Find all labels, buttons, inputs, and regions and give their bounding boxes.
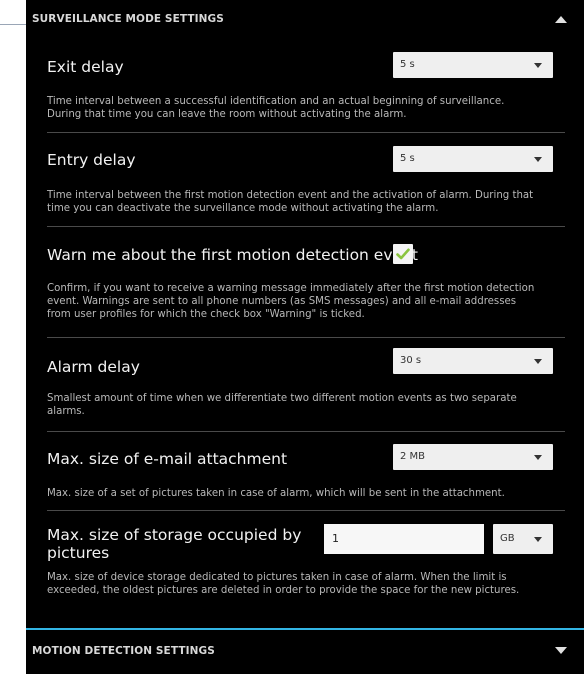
alarm-delay-dropdown[interactable]: 30 s xyxy=(393,348,553,374)
entry-delay-desc-line: time you can deactivate the surveillance… xyxy=(47,203,439,214)
caret-down-icon xyxy=(534,455,542,460)
alarm-delay-title: Alarm delay xyxy=(47,358,140,376)
left-border xyxy=(0,0,26,25)
caret-down-icon xyxy=(534,359,542,364)
surveillance-section-header[interactable]: SURVEILLANCE MODE SETTINGS xyxy=(26,0,584,40)
exit-delay-desc-line: During that time you can leave the room … xyxy=(47,109,407,120)
storage-desc-line: Max. size of device storage dedicated to… xyxy=(47,572,507,583)
divider xyxy=(47,510,565,511)
storage-unit-dropdown[interactable]: GB xyxy=(493,524,553,554)
warn-first-event-title: Warn me about the first motion detection… xyxy=(47,246,418,264)
exit-delay-description: Time interval between a successful ident… xyxy=(47,95,559,121)
email-attachment-description: Max. size of a set of pictures taken in … xyxy=(47,487,559,500)
entry-delay-desc-line: Time interval between the first motion d… xyxy=(47,190,534,201)
checkmark-icon xyxy=(396,248,410,260)
storage-title-line: Max. size of storage occupied by xyxy=(47,526,302,544)
entry-delay-dropdown[interactable]: 5 s xyxy=(393,146,553,172)
warn-first-desc-line: Confirm, if you want to receive a warnin… xyxy=(47,283,535,294)
warn-first-desc-line: from user profiles for which the check b… xyxy=(47,309,365,320)
caret-down-icon xyxy=(534,63,542,68)
email-attachment-dropdown[interactable]: 2 MB xyxy=(393,444,553,470)
divider xyxy=(47,226,565,227)
storage-size-value: 1 xyxy=(332,532,339,545)
entry-delay-value: 5 s xyxy=(400,153,415,164)
entry-delay-title: Entry delay xyxy=(47,151,136,169)
warn-first-desc-line: event. Warnings are sent to all phone nu… xyxy=(47,296,517,307)
warn-first-event-description: Confirm, if you want to receive a warnin… xyxy=(47,282,559,321)
surveillance-header-label: SURVEILLANCE MODE SETTINGS xyxy=(32,13,224,25)
exit-delay-desc-line: Time interval between a successful ident… xyxy=(47,96,505,107)
motion-section-header[interactable]: MOTION DETECTION SETTINGS xyxy=(26,630,584,670)
email-attachment-desc-line: Max. size of a set of pictures taken in … xyxy=(47,488,505,499)
alarm-delay-value: 30 s xyxy=(400,355,422,366)
email-attachment-value: 2 MB xyxy=(400,451,426,462)
entry-delay-description: Time interval between the first motion d… xyxy=(47,189,559,215)
alarm-delay-description: Smallest amount of time when we differen… xyxy=(47,392,559,418)
exit-delay-dropdown[interactable]: 5 s xyxy=(393,52,553,78)
chevron-down-icon[interactable] xyxy=(555,647,567,654)
caret-down-icon xyxy=(534,537,542,542)
exit-delay-title: Exit delay xyxy=(47,58,124,76)
motion-header-label: MOTION DETECTION SETTINGS xyxy=(32,645,215,657)
warn-first-event-checkbox[interactable] xyxy=(393,244,413,264)
exit-delay-value: 5 s xyxy=(400,59,415,70)
storage-unit-value: GB xyxy=(500,533,515,544)
divider xyxy=(47,431,565,432)
chevron-up-icon[interactable] xyxy=(555,16,567,23)
alarm-delay-desc-line: alarms. xyxy=(47,406,85,417)
storage-desc-line: exceeded, the oldest pictures are delete… xyxy=(47,585,520,596)
divider xyxy=(47,337,565,338)
alarm-delay-desc-line: Smallest amount of time when we differen… xyxy=(47,393,517,404)
storage-description: Max. size of device storage dedicated to… xyxy=(47,571,559,597)
caret-down-icon xyxy=(534,157,542,162)
storage-title-line: pictures xyxy=(47,544,110,562)
storage-size-input[interactable]: 1 xyxy=(324,524,484,554)
storage-title: Max. size of storage occupied by picture… xyxy=(47,526,301,562)
divider xyxy=(47,132,565,133)
email-attachment-title: Max. size of e-mail attachment xyxy=(47,450,288,468)
